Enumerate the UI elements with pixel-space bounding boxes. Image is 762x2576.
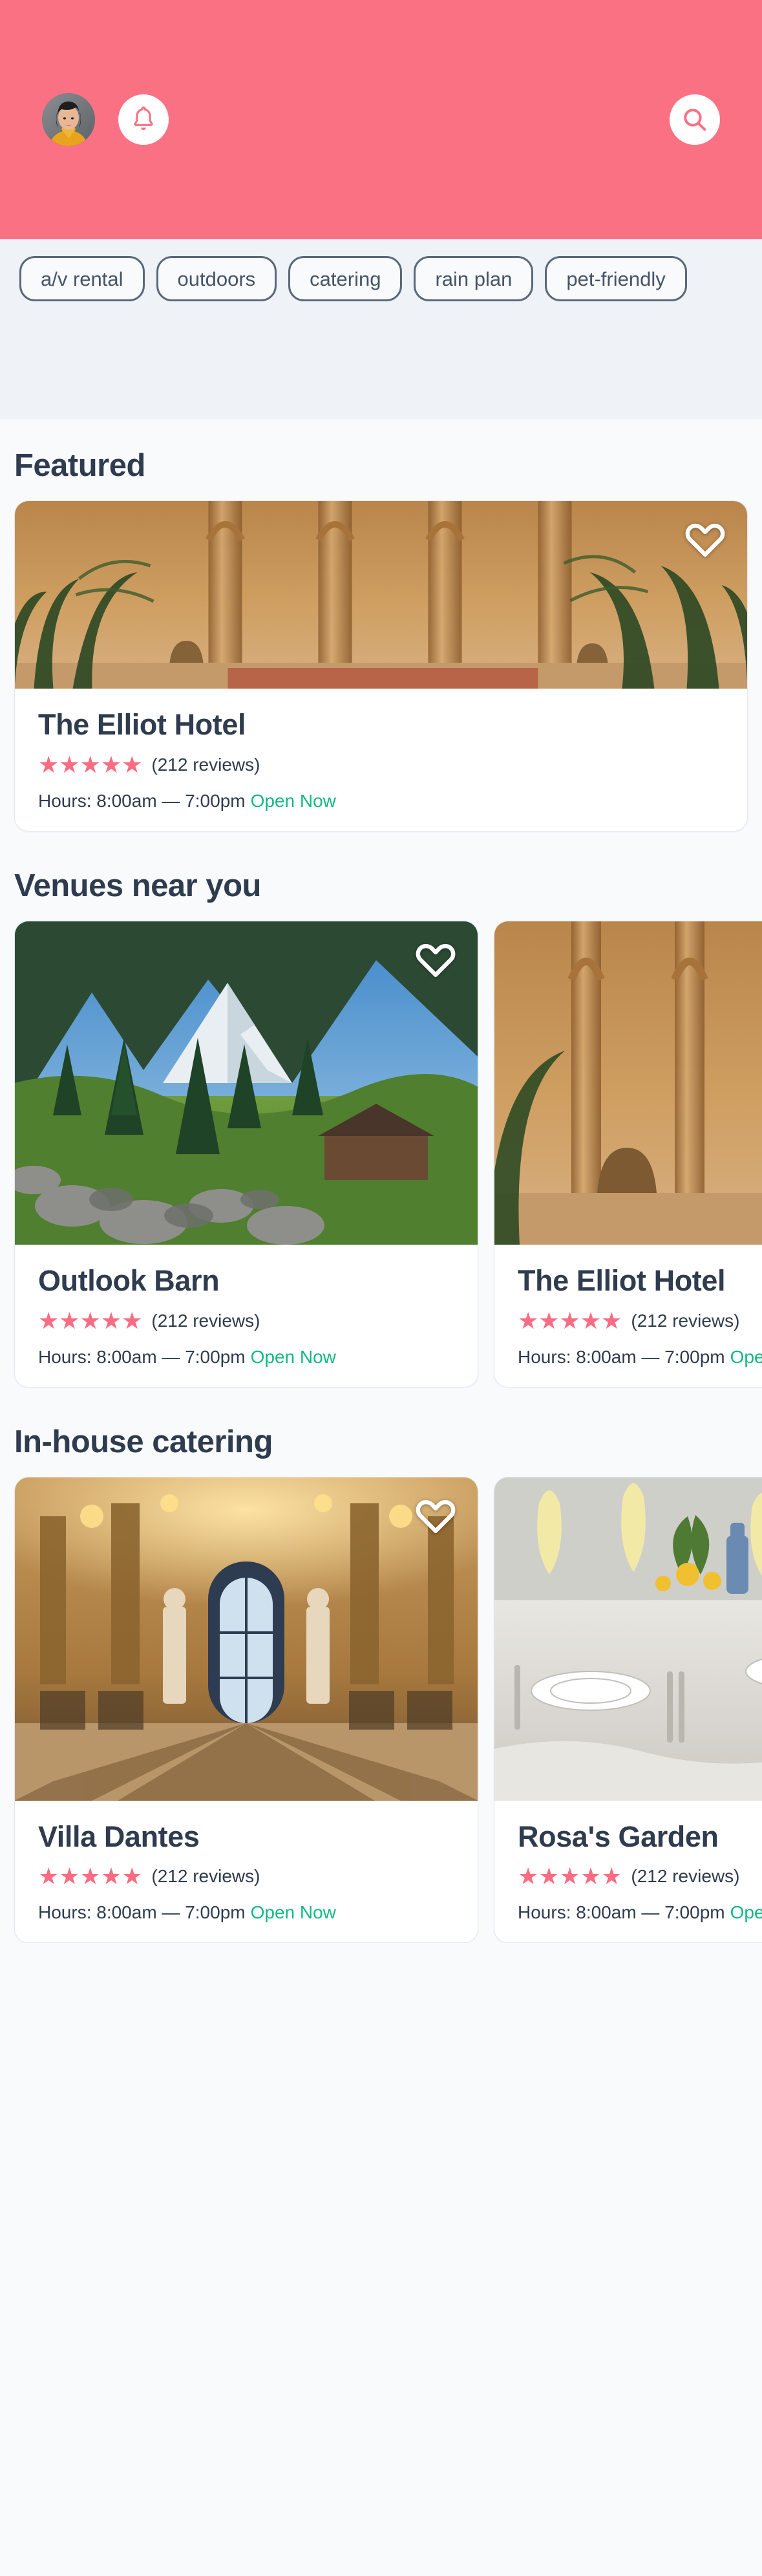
review-count: (212 reviews) xyxy=(151,754,260,775)
filter-chip-catering[interactable]: catering xyxy=(288,256,403,301)
card-image xyxy=(15,921,478,1245)
star-rating: ★★★★★ xyxy=(518,1863,622,1890)
section-venues-near-you: Venues near you Outlook Barn ★★★★★ (212 … xyxy=(0,868,762,1388)
rating-row: ★★★★★ (212 reviews) xyxy=(38,1865,454,1888)
rating-row: ★★★★★ (212 reviews) xyxy=(38,753,724,777)
hours-text: Hours: 8:00am — 7:00pm xyxy=(38,1346,246,1367)
notifications-button[interactable] xyxy=(118,94,169,145)
status-badge: Open Now xyxy=(250,1902,336,1923)
hours-row: Hours: 8:00am — 7:00pmOpen Now xyxy=(38,1347,454,1368)
favorite-heart-button[interactable] xyxy=(685,519,725,559)
hours-row: Hours: 8:00am — 7:00pmOpen Now xyxy=(518,1347,762,1368)
rating-row: ★★★★★ (212 reviews) xyxy=(518,1309,762,1333)
filter-chip-outdoors[interactable]: outdoors xyxy=(156,256,277,301)
venue-name: Villa Dantes xyxy=(38,1819,200,1853)
star-rating: ★★★★★ xyxy=(38,751,143,778)
status-badge: Open Now xyxy=(730,1902,762,1923)
card-body: Villa Dantes ★★★★★ (212 reviews) Hours: … xyxy=(15,1801,478,1943)
hours-row: Hours: 8:00am — 7:00pmOpen Now xyxy=(518,1902,762,1923)
venue-card[interactable]: The Elliot Hotel ★★★★★ (212 reviews) Hou… xyxy=(494,920,762,1388)
review-count: (212 reviews) xyxy=(631,1866,740,1887)
search-button[interactable] xyxy=(670,94,720,145)
review-count: (212 reviews) xyxy=(631,1310,740,1331)
filter-chip-rain-plan[interactable]: rain plan xyxy=(414,256,534,301)
star-rating: ★★★★★ xyxy=(38,1307,143,1334)
section-title-in-house-catering: In-house catering xyxy=(14,1424,273,1459)
hours-text: Hours: 8:00am — 7:00pm xyxy=(38,1902,246,1923)
app-header xyxy=(0,0,762,239)
card-body: The Elliot Hotel ★★★★★ (212 reviews) Hou… xyxy=(494,1245,762,1387)
venue-photo-hotel-lobby xyxy=(15,501,747,689)
featured-card-wrap: The Elliot Hotel ★★★★★ (212 reviews) Hou… xyxy=(0,500,762,832)
section-title-featured: Featured xyxy=(14,448,145,483)
header-left-group xyxy=(42,93,169,146)
venue-photo-hotel-lobby xyxy=(494,921,762,1245)
favorite-heart-button[interactable] xyxy=(416,1496,456,1536)
hours-text: Hours: 8:00am — 7:00pm xyxy=(38,790,246,811)
status-badge: Open Now xyxy=(730,1346,762,1367)
hours-row: Hours: 8:00am — 7:00pmOpen Now xyxy=(38,1902,454,1923)
venue-name: The Elliot Hotel xyxy=(518,1263,726,1297)
section-title-venues-near-you: Venues near you xyxy=(14,868,261,903)
hours-row: Hours: 8:00am — 7:00pmOpen Now xyxy=(38,791,724,811)
venue-photo-banquet-table xyxy=(494,1477,762,1801)
catering-carousel[interactable]: Villa Dantes ★★★★★ (212 reviews) Hours: … xyxy=(0,1476,762,1944)
filter-chip-bar: a/v rental outdoors catering rain plan p… xyxy=(0,239,762,419)
card-body: Outlook Barn ★★★★★ (212 reviews) Hours: … xyxy=(15,1245,478,1387)
card-image xyxy=(15,501,747,689)
section-in-house-catering: In-house catering Villa Dantes ★★★★★ (21… xyxy=(0,1424,762,1944)
card-image xyxy=(494,921,762,1245)
heart-icon xyxy=(685,523,725,557)
filter-chip-av-rental[interactable]: a/v rental xyxy=(19,256,145,301)
star-rating: ★★★★★ xyxy=(518,1307,622,1334)
venue-photo-mountain-valley xyxy=(15,921,478,1245)
venue-photo-ballroom xyxy=(15,1477,478,1801)
review-count: (212 reviews) xyxy=(151,1866,260,1887)
venue-name: Outlook Barn xyxy=(38,1263,220,1297)
status-badge: Open Now xyxy=(250,790,336,811)
card-image xyxy=(494,1477,762,1801)
heart-icon xyxy=(416,943,456,977)
rating-row: ★★★★★ (212 reviews) xyxy=(518,1865,762,1888)
venue-carousel[interactable]: Outlook Barn ★★★★★ (212 reviews) Hours: … xyxy=(0,920,762,1388)
venue-card[interactable]: Outlook Barn ★★★★★ (212 reviews) Hours: … xyxy=(14,920,478,1388)
venue-name: The Elliot Hotel xyxy=(38,708,246,741)
review-count: (212 reviews) xyxy=(151,1310,260,1331)
favorite-heart-button[interactable] xyxy=(416,939,456,980)
card-body: The Elliot Hotel ★★★★★ (212 reviews) Hou… xyxy=(15,689,747,831)
filter-chip-pet-friendly[interactable]: pet-friendly xyxy=(545,256,687,301)
bell-icon xyxy=(134,106,153,131)
heart-icon xyxy=(416,1499,456,1533)
venue-card[interactable]: The Elliot Hotel ★★★★★ (212 reviews) Hou… xyxy=(14,500,748,832)
status-badge: Open Now xyxy=(250,1346,336,1367)
venue-name: Rosa's Garden xyxy=(518,1819,719,1853)
section-featured: Featured The Elliot Hotel ★★★★★ (212 rev… xyxy=(0,447,762,832)
hours-text: Hours: 8:00am — 7:00pm xyxy=(518,1346,725,1367)
hours-text: Hours: 8:00am — 7:00pm xyxy=(518,1902,725,1923)
star-rating: ★★★★★ xyxy=(38,1863,143,1890)
venue-card[interactable]: Rosa's Garden ★★★★★ (212 reviews) Hours:… xyxy=(494,1476,762,1944)
card-body: Rosa's Garden ★★★★★ (212 reviews) Hours:… xyxy=(494,1801,762,1943)
avatar[interactable] xyxy=(42,93,95,146)
search-icon xyxy=(684,109,706,131)
card-image xyxy=(15,1477,478,1801)
avatar-photo xyxy=(42,93,95,146)
rating-row: ★★★★★ (212 reviews) xyxy=(38,1309,454,1333)
venue-card[interactable]: Villa Dantes ★★★★★ (212 reviews) Hours: … xyxy=(14,1476,478,1944)
